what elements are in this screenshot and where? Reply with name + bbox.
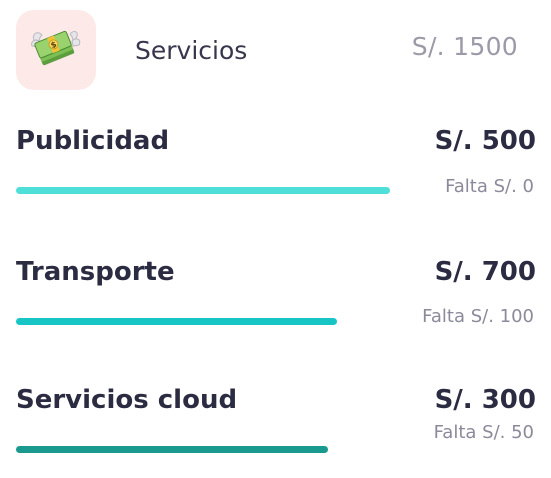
budget-item[interactable]: Publicidad S/. 500 Falta S/. 0 xyxy=(16,126,536,206)
category-header: $ Servicios S/. 1500 xyxy=(16,8,536,92)
budget-item-amount: S/. 300 xyxy=(434,385,536,415)
budget-item-remaining: Falta S/. 50 xyxy=(433,422,534,443)
budget-item-amount: S/. 500 xyxy=(434,126,536,156)
budget-progress-bar xyxy=(16,446,328,453)
budget-progress-bar xyxy=(16,318,337,325)
budget-item-name: Publicidad xyxy=(16,126,170,156)
money-with-wings-icon: $ xyxy=(31,30,81,66)
budget-item[interactable]: Transporte S/. 700 Falta S/. 100 xyxy=(16,257,536,337)
category-icon-box: $ xyxy=(16,10,96,90)
category-title: Servicios xyxy=(135,36,248,65)
budget-item-remaining: Falta S/. 100 xyxy=(422,306,534,327)
category-total-amount: S/. 1500 xyxy=(411,32,518,61)
budget-item-name: Servicios cloud xyxy=(16,385,238,415)
budget-item-name: Transporte xyxy=(16,257,175,287)
budget-progress-bar xyxy=(16,187,390,194)
budget-item-amount: S/. 700 xyxy=(434,257,536,287)
budget-item-remaining: Falta S/. 0 xyxy=(445,176,534,197)
budget-item[interactable]: Servicios cloud S/. 300 Falta S/. 50 xyxy=(16,385,536,465)
